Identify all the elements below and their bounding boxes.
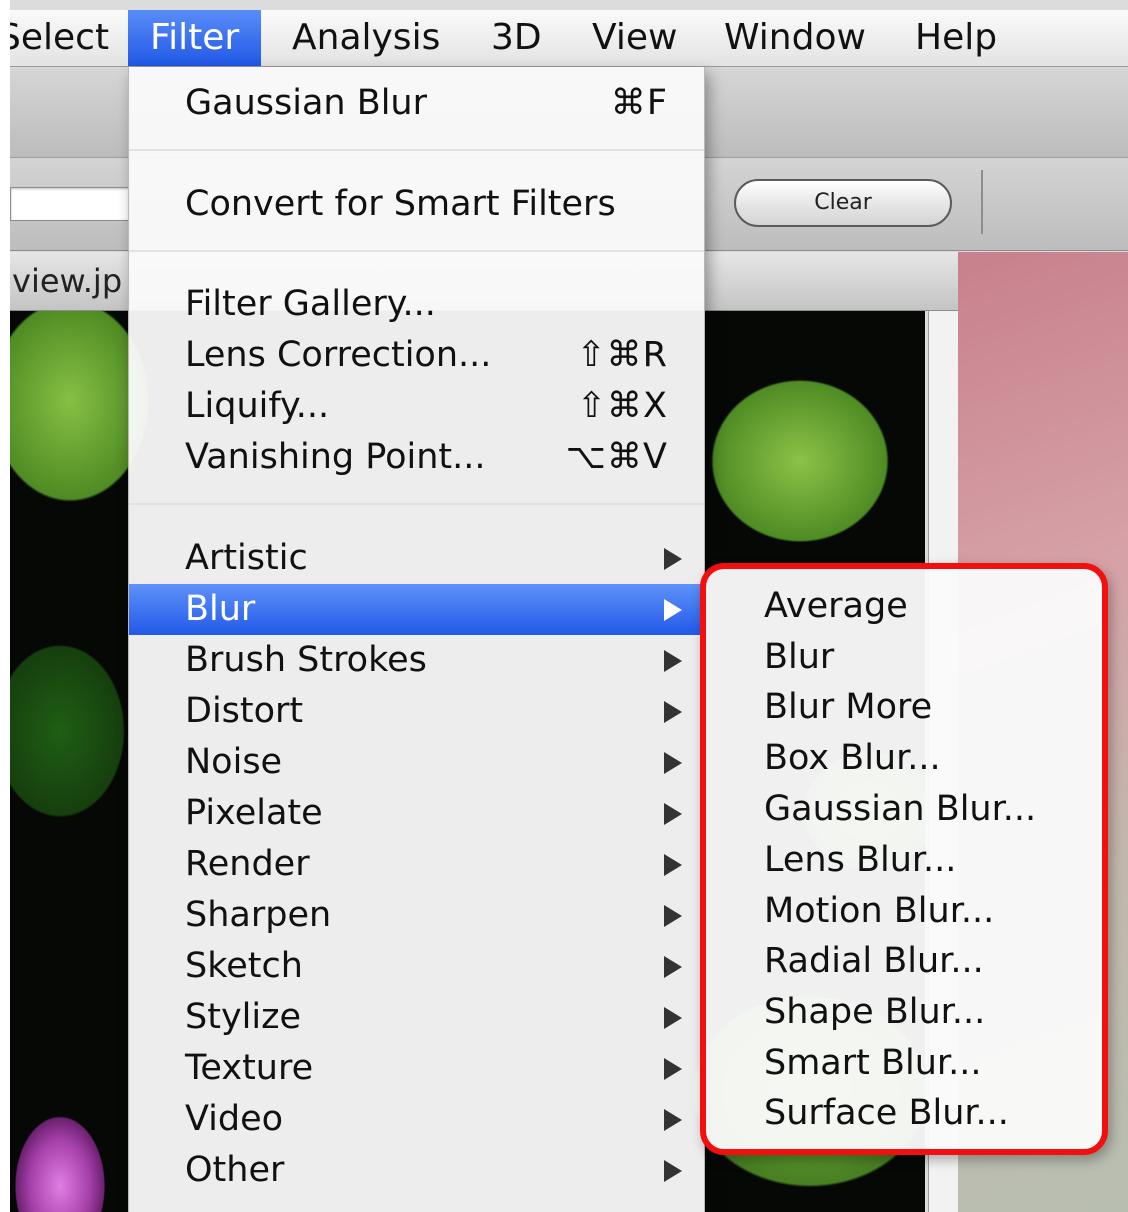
menu-separator	[129, 149, 704, 151]
menu-item-last-filter[interactable]: Gaussian Blur ⌘F	[129, 77, 704, 129]
blur-submenu: Average Blur Blur More Box Blur... Gauss…	[700, 563, 1108, 1155]
submenu-arrow-icon	[664, 1108, 682, 1131]
menu-item-artistic[interactable]: Artistic	[129, 533, 704, 584]
submenu-item-lens-blur[interactable]: Lens Blur...	[764, 840, 956, 880]
submenu-item-gaussian-blur[interactable]: Gaussian Blur...	[764, 789, 1036, 829]
menu-item-label: Lens Correction...	[185, 335, 492, 375]
submenu-item-radial-blur[interactable]: Radial Blur...	[764, 941, 984, 981]
menu-item-label: Pixelate	[185, 793, 323, 833]
menu-item-label: Noise	[185, 742, 283, 782]
submenu-arrow-icon	[664, 547, 682, 570]
menu-filter[interactable]: Filter	[128, 10, 262, 66]
submenu-arrow-icon	[664, 751, 682, 774]
menu-item-texture[interactable]: Texture	[129, 1043, 704, 1094]
menu-item-sketch[interactable]: Sketch	[129, 941, 704, 992]
menu-3d[interactable]: 3D	[491, 10, 542, 66]
submenu-item-blur-more[interactable]: Blur More	[764, 687, 932, 727]
menu-separator	[129, 503, 704, 505]
menu-item-render[interactable]: Render	[129, 839, 704, 890]
menu-item-label: Video	[185, 1099, 284, 1139]
submenu-arrow-icon	[664, 955, 682, 978]
clear-button[interactable]: Clear	[734, 179, 952, 227]
submenu-arrow-icon	[664, 649, 682, 672]
menu-item-label: Filter Gallery...	[185, 284, 436, 324]
menu-item-stylize[interactable]: Stylize	[129, 992, 704, 1043]
menu-item-convert-smart-filters[interactable]: Convert for Smart Filters	[129, 178, 704, 230]
shortcut-label: ⇧⌘R	[576, 335, 668, 375]
menu-item-other[interactable]: Other	[129, 1145, 704, 1196]
menu-window[interactable]: Window	[724, 10, 866, 66]
menu-item-label: Sketch	[185, 946, 303, 986]
menu-help[interactable]: Help	[915, 10, 997, 66]
menu-separator	[129, 250, 704, 252]
menu-item-label: Texture	[185, 1048, 314, 1088]
menu-item-blur[interactable]: Blur	[129, 584, 704, 635]
menu-item-liquify[interactable]: Liquify... ⇧⌘X	[129, 381, 704, 432]
submenu-arrow-icon	[664, 802, 682, 825]
menu-item-label: Liquify...	[185, 386, 330, 426]
menu-item-label: Sharpen	[185, 895, 332, 935]
shortcut-label: ⌘F	[610, 83, 668, 123]
menu-item-label: Distort	[185, 691, 304, 731]
menu-item-label: Brush Strokes	[185, 640, 427, 680]
submenu-item-shape-blur[interactable]: Shape Blur...	[764, 992, 985, 1032]
submenu-item-average[interactable]: Average	[764, 586, 908, 626]
menu-item-label: Vanishing Point...	[185, 437, 486, 477]
menu-item-noise[interactable]: Noise	[129, 737, 704, 788]
menu-item-distort[interactable]: Distort	[129, 686, 704, 737]
menu-item-label: Gaussian Blur	[185, 83, 428, 123]
submenu-item-smart-blur[interactable]: Smart Blur...	[764, 1043, 981, 1083]
shortcut-label: ⌥⌘V	[565, 437, 668, 477]
menu-item-filter-gallery[interactable]: Filter Gallery...	[129, 279, 704, 330]
lotus-flower	[10, 1091, 120, 1212]
menu-item-label: Stylize	[185, 997, 302, 1037]
menu-item-video[interactable]: Video	[129, 1094, 704, 1145]
menu-item-label: Blur	[185, 589, 256, 629]
submenu-item-blur[interactable]: Blur	[764, 637, 834, 677]
submenu-item-box-blur[interactable]: Box Blur...	[764, 738, 941, 778]
menu-analysis[interactable]: Analysis	[292, 10, 440, 66]
menu-item-lens-correction[interactable]: Lens Correction... ⇧⌘R	[129, 330, 704, 381]
submenu-item-surface-blur[interactable]: Surface Blur...	[764, 1093, 1009, 1133]
shortcut-label: ⇧⌘X	[576, 386, 668, 426]
menu-item-sharpen[interactable]: Sharpen	[129, 890, 704, 941]
submenu-item-motion-blur[interactable]: Motion Blur...	[764, 891, 994, 931]
submenu-arrow-icon	[664, 598, 682, 621]
document-title: view.jp	[12, 262, 123, 300]
app-window: Select Filter Analysis 3D View Window He…	[10, 0, 1128, 1212]
menu-item-brush-strokes[interactable]: Brush Strokes	[129, 635, 704, 686]
submenu-arrow-icon	[664, 1006, 682, 1029]
menu-select[interactable]: Select	[10, 10, 109, 66]
menu-item-label: Other	[185, 1150, 285, 1190]
toolbar-text-field[interactable]	[10, 187, 130, 221]
menu-view[interactable]: View	[592, 10, 677, 66]
menu-bar: Select Filter Analysis 3D View Window He…	[10, 10, 1128, 67]
submenu-arrow-icon	[664, 904, 682, 927]
submenu-arrow-icon	[664, 853, 682, 876]
submenu-arrow-icon	[664, 700, 682, 723]
menu-item-label: Artistic	[185, 538, 308, 578]
menu-item-label: Convert for Smart Filters	[185, 184, 616, 224]
menu-item-label: Render	[185, 844, 310, 884]
submenu-arrow-icon	[664, 1057, 682, 1080]
submenu-arrow-icon	[664, 1159, 682, 1182]
filter-menu: Gaussian Blur ⌘F Convert for Smart Filte…	[128, 67, 705, 1212]
menu-item-vanishing-point[interactable]: Vanishing Point... ⌥⌘V	[129, 432, 704, 483]
toolbar-divider	[981, 170, 983, 234]
menu-item-pixelate[interactable]: Pixelate	[129, 788, 704, 839]
